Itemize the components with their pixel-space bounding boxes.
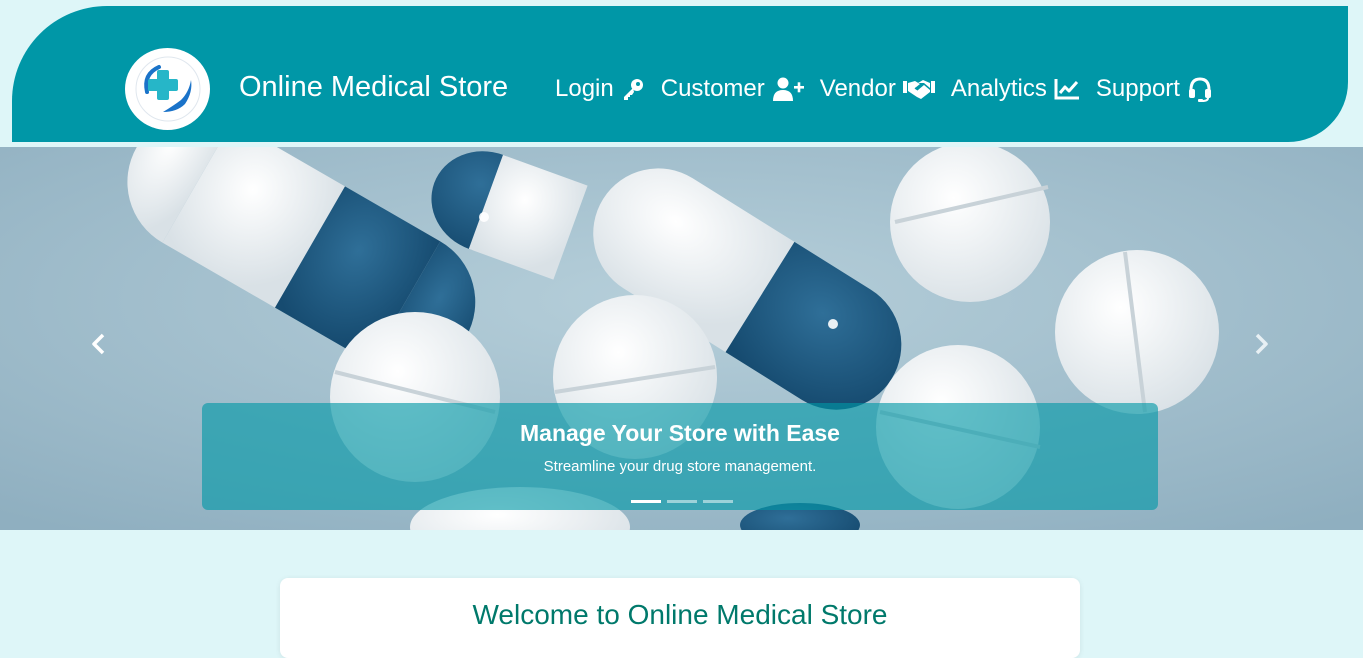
nav-vendor[interactable]: Vendor — [820, 72, 935, 106]
carousel-indicator-3[interactable] — [702, 500, 733, 503]
carousel-indicators — [0, 500, 1363, 503]
caption-subtitle: Streamline your drug store management. — [543, 458, 817, 475]
nav-vendor-label: Vendor — [819, 75, 896, 102]
chevron-left-icon — [92, 333, 105, 355]
carousel-prev-button[interactable] — [84, 329, 114, 359]
user-plus-icon — [772, 77, 804, 101]
carousel-indicator-1[interactable] — [630, 500, 661, 503]
nav-support[interactable]: Support — [1096, 72, 1213, 106]
welcome-title: Welcome to Online Medical Store — [472, 599, 888, 630]
handshake-icon — [902, 80, 935, 99]
headset-icon — [1188, 77, 1211, 102]
brand-title[interactable]: Online Medical Store — [239, 70, 508, 104]
welcome-card: Welcome to Online Medical Store — [280, 578, 1080, 658]
brand-logo[interactable] — [125, 48, 210, 130]
chevron-right-icon — [1255, 333, 1268, 355]
nav-analytics[interactable]: Analytics — [951, 72, 1080, 106]
nav-customer[interactable]: Customer — [661, 72, 804, 106]
medical-cross-hand-icon — [135, 56, 200, 122]
chart-line-icon — [1054, 79, 1079, 100]
carousel-next-button[interactable] — [1246, 329, 1276, 359]
carousel-caption: Manage Your Store with Ease Streamline y… — [202, 403, 1158, 510]
main-nav: Login Customer Vendor Analytics Support — [555, 72, 1229, 106]
carousel-indicator-2[interactable] — [666, 500, 697, 503]
page-margin — [0, 0, 12, 142]
hero-carousel[interactable]: Manage Your Store with Ease Streamline y… — [0, 147, 1363, 530]
caption-title: Manage Your Store with Ease — [520, 420, 840, 446]
nav-support-label: Support — [1095, 75, 1180, 102]
nav-customer-label: Customer — [660, 75, 765, 102]
nav-login[interactable]: Login — [555, 72, 645, 106]
nav-analytics-label: Analytics — [950, 75, 1047, 102]
key-icon — [623, 79, 643, 100]
nav-login-label: Login — [555, 75, 614, 102]
